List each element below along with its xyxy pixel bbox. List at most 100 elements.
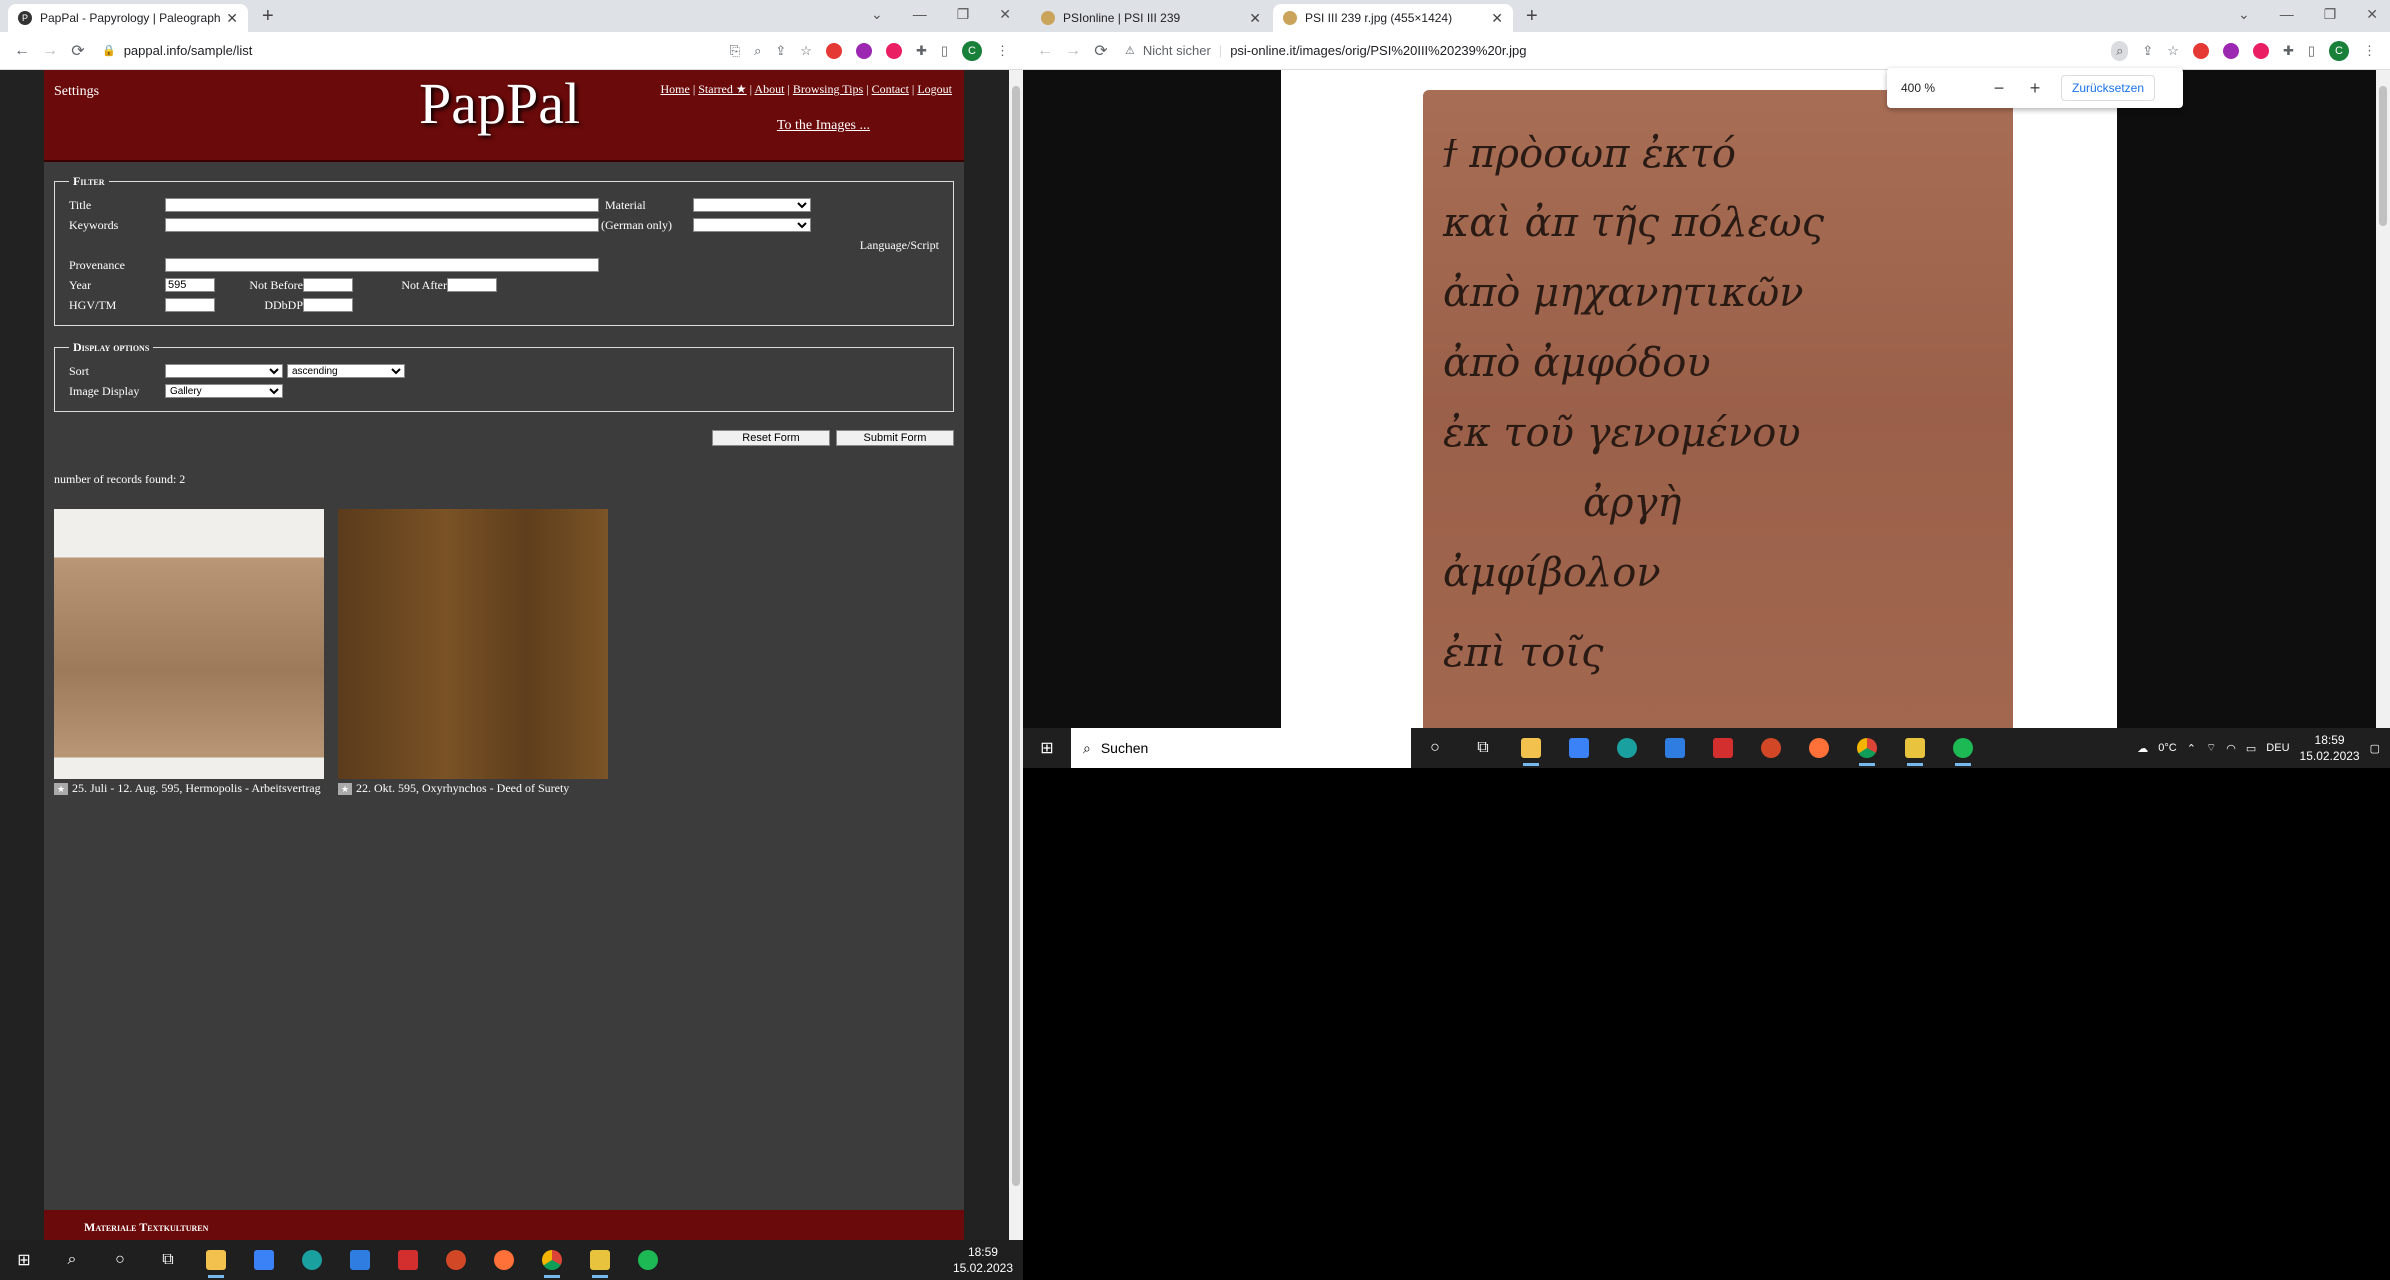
language-indicator[interactable]: DEU (2266, 742, 2289, 754)
image-display-select[interactable]: Gallery (165, 384, 283, 398)
sort-order-select[interactable]: ascending (287, 364, 405, 378)
menu-icon[interactable]: ⋮ (996, 43, 1009, 59)
scrollbar[interactable] (2376, 70, 2390, 728)
spotify-icon[interactable] (624, 1240, 672, 1280)
minimize-icon[interactable]: — (913, 6, 927, 23)
zoom-reset-button[interactable]: Zurücksetzen (2061, 75, 2156, 101)
restore-icon[interactable]: ❐ (2324, 6, 2337, 23)
extension-pink-icon[interactable] (885, 42, 902, 59)
bookmark-star-icon[interactable]: ☆ (2167, 43, 2179, 59)
nav-about[interactable]: About (754, 82, 784, 96)
tab-pappal[interactable]: P PapPal - Papyrology | Paleograph... ✕ (8, 4, 248, 32)
battery-icon[interactable]: ▭ (2246, 742, 2256, 755)
menu-icon[interactable]: ⋮ (2363, 43, 2376, 59)
extension-purple-icon[interactable] (2222, 42, 2239, 59)
sidepanel-icon[interactable]: ▯ (941, 43, 948, 59)
file-explorer-icon[interactable] (1507, 728, 1555, 768)
network-icon[interactable]: ⌔ (2206, 741, 2216, 755)
reload-icon[interactable]: ⟳ (64, 41, 92, 61)
zoom-icon[interactable]: ⌕ (754, 43, 761, 59)
extension-pink-icon[interactable] (2252, 42, 2269, 59)
close-icon[interactable]: ✕ (1491, 10, 1503, 27)
nav-home[interactable]: Home (661, 82, 690, 96)
url-field[interactable]: 🔒 pappal.info/sample/list (92, 37, 730, 65)
close-icon[interactable]: ✕ (1249, 10, 1261, 27)
chrome-icon[interactable] (528, 1240, 576, 1280)
task-view-icon[interactable]: ⧉ (1459, 728, 1507, 768)
share-icon[interactable]: ⇪ (2142, 43, 2153, 59)
papyrus-thumbnail-1[interactable] (54, 509, 324, 779)
forward-icon[interactable]: → (36, 42, 64, 60)
weather-temp[interactable]: 0°C (2158, 742, 2176, 754)
new-tab-icon[interactable]: + (1526, 5, 1538, 28)
reset-form-button[interactable]: Reset Form (712, 430, 830, 446)
acrobat-icon[interactable] (384, 1240, 432, 1280)
language-select[interactable] (693, 218, 811, 232)
not-after-input[interactable] (447, 278, 497, 292)
chevron-down-icon[interactable]: ⌄ (871, 6, 883, 23)
result-card[interactable]: ★ 22. Okt. 595, Oxyrhynchos - Deed of Sur… (338, 509, 608, 796)
files-icon[interactable] (576, 1240, 624, 1280)
tab-image[interactable]: PSI III 239 r.jpg (455×1424) ✕ (1273, 4, 1513, 32)
restore-icon[interactable]: ❐ (957, 6, 970, 23)
material-select[interactable] (693, 198, 811, 212)
extension-red-icon[interactable] (2192, 42, 2209, 59)
mail-icon[interactable] (1651, 728, 1699, 768)
cortana-icon[interactable]: ○ (96, 1240, 144, 1280)
acrobat-icon[interactable] (1699, 728, 1747, 768)
firefox-icon[interactable] (1795, 728, 1843, 768)
close-window-icon[interactable]: ✕ (2366, 6, 2378, 23)
tab-psionline[interactable]: PSIonline | PSI III 239 ✕ (1031, 4, 1271, 32)
edge-icon[interactable] (1603, 728, 1651, 768)
chevron-up-icon[interactable]: ⌃ (2187, 742, 2196, 755)
scrollbar[interactable] (1009, 70, 1023, 1240)
files-icon[interactable] (1891, 728, 1939, 768)
title-input[interactable] (165, 198, 599, 212)
windows-start-icon[interactable]: ⊞ (0, 1240, 48, 1280)
store-icon[interactable] (1555, 728, 1603, 768)
scrollbar-thumb[interactable] (1012, 86, 1020, 1186)
weather-icon[interactable]: ☁ (2137, 742, 2148, 755)
star-icon[interactable]: ★ (338, 783, 352, 796)
back-icon[interactable]: ← (1031, 42, 1059, 60)
chevron-down-icon[interactable]: ⌄ (2238, 6, 2250, 23)
zoom-in-icon[interactable]: + (2017, 78, 2053, 99)
scrollbar-thumb[interactable] (2379, 86, 2387, 226)
spotify-icon[interactable] (1939, 728, 1987, 768)
translate-icon[interactable]: ⎘ (730, 43, 740, 59)
ddbdp-input[interactable] (303, 298, 353, 312)
result-card[interactable]: ★ 25. Juli - 12. Aug. 595, Hermopolis - A… (54, 509, 324, 796)
papyrus-image[interactable]: ϯ πρὸσωπ ἐκτό καὶ ἀπ τῆς πόλεως ἀπὸ μηχα… (1423, 90, 2013, 730)
mail-icon[interactable] (336, 1240, 384, 1280)
settings-link[interactable]: Settings (54, 84, 99, 100)
forward-icon[interactable]: → (1059, 42, 1087, 60)
not-before-input[interactable] (303, 278, 353, 292)
edge-icon[interactable] (288, 1240, 336, 1280)
to-images-link[interactable]: To the Images ... (777, 118, 870, 134)
close-window-icon[interactable]: ✕ (999, 6, 1011, 23)
close-icon[interactable]: ✕ (226, 10, 238, 27)
hgv-tm-input[interactable] (165, 298, 215, 312)
task-view-icon[interactable]: ⧉ (144, 1240, 192, 1280)
result-caption-1[interactable]: 25. Juli - 12. Aug. 595, Hermopolis - Ar… (72, 781, 321, 795)
taskbar-search[interactable]: ⌕ Suchen (1071, 728, 1411, 768)
provenance-input[interactable] (165, 258, 599, 272)
cortana-icon[interactable]: ○ (1411, 728, 1459, 768)
search-icon[interactable]: ⌕ (48, 1240, 96, 1280)
puzzle-icon[interactable]: ✚ (916, 43, 927, 59)
powerpoint-icon[interactable] (432, 1240, 480, 1280)
extension-purple-icon[interactable] (855, 42, 872, 59)
sort-field-select[interactable] (165, 364, 283, 378)
notification-icon[interactable]: ▢ (2370, 742, 2380, 755)
zoom-out-icon[interactable]: − (1981, 78, 2017, 99)
profile-avatar[interactable]: C (2329, 40, 2349, 61)
puzzle-icon[interactable]: ✚ (2283, 43, 2294, 59)
bookmark-star-icon[interactable]: ☆ (800, 43, 812, 59)
result-caption-2[interactable]: 22. Okt. 595, Oxyrhynchos - Deed of Sure… (356, 781, 569, 795)
url-field[interactable]: ⚠ Nicht sicher | psi-online.it/images/or… (1115, 37, 2111, 65)
nav-starred[interactable]: Starred ★ (698, 82, 746, 96)
powerpoint-icon[interactable] (1747, 728, 1795, 768)
nav-logout[interactable]: Logout (917, 82, 952, 96)
clock[interactable]: 18:59 15.02.2023 (2300, 732, 2360, 764)
new-tab-icon[interactable]: + (262, 5, 274, 28)
